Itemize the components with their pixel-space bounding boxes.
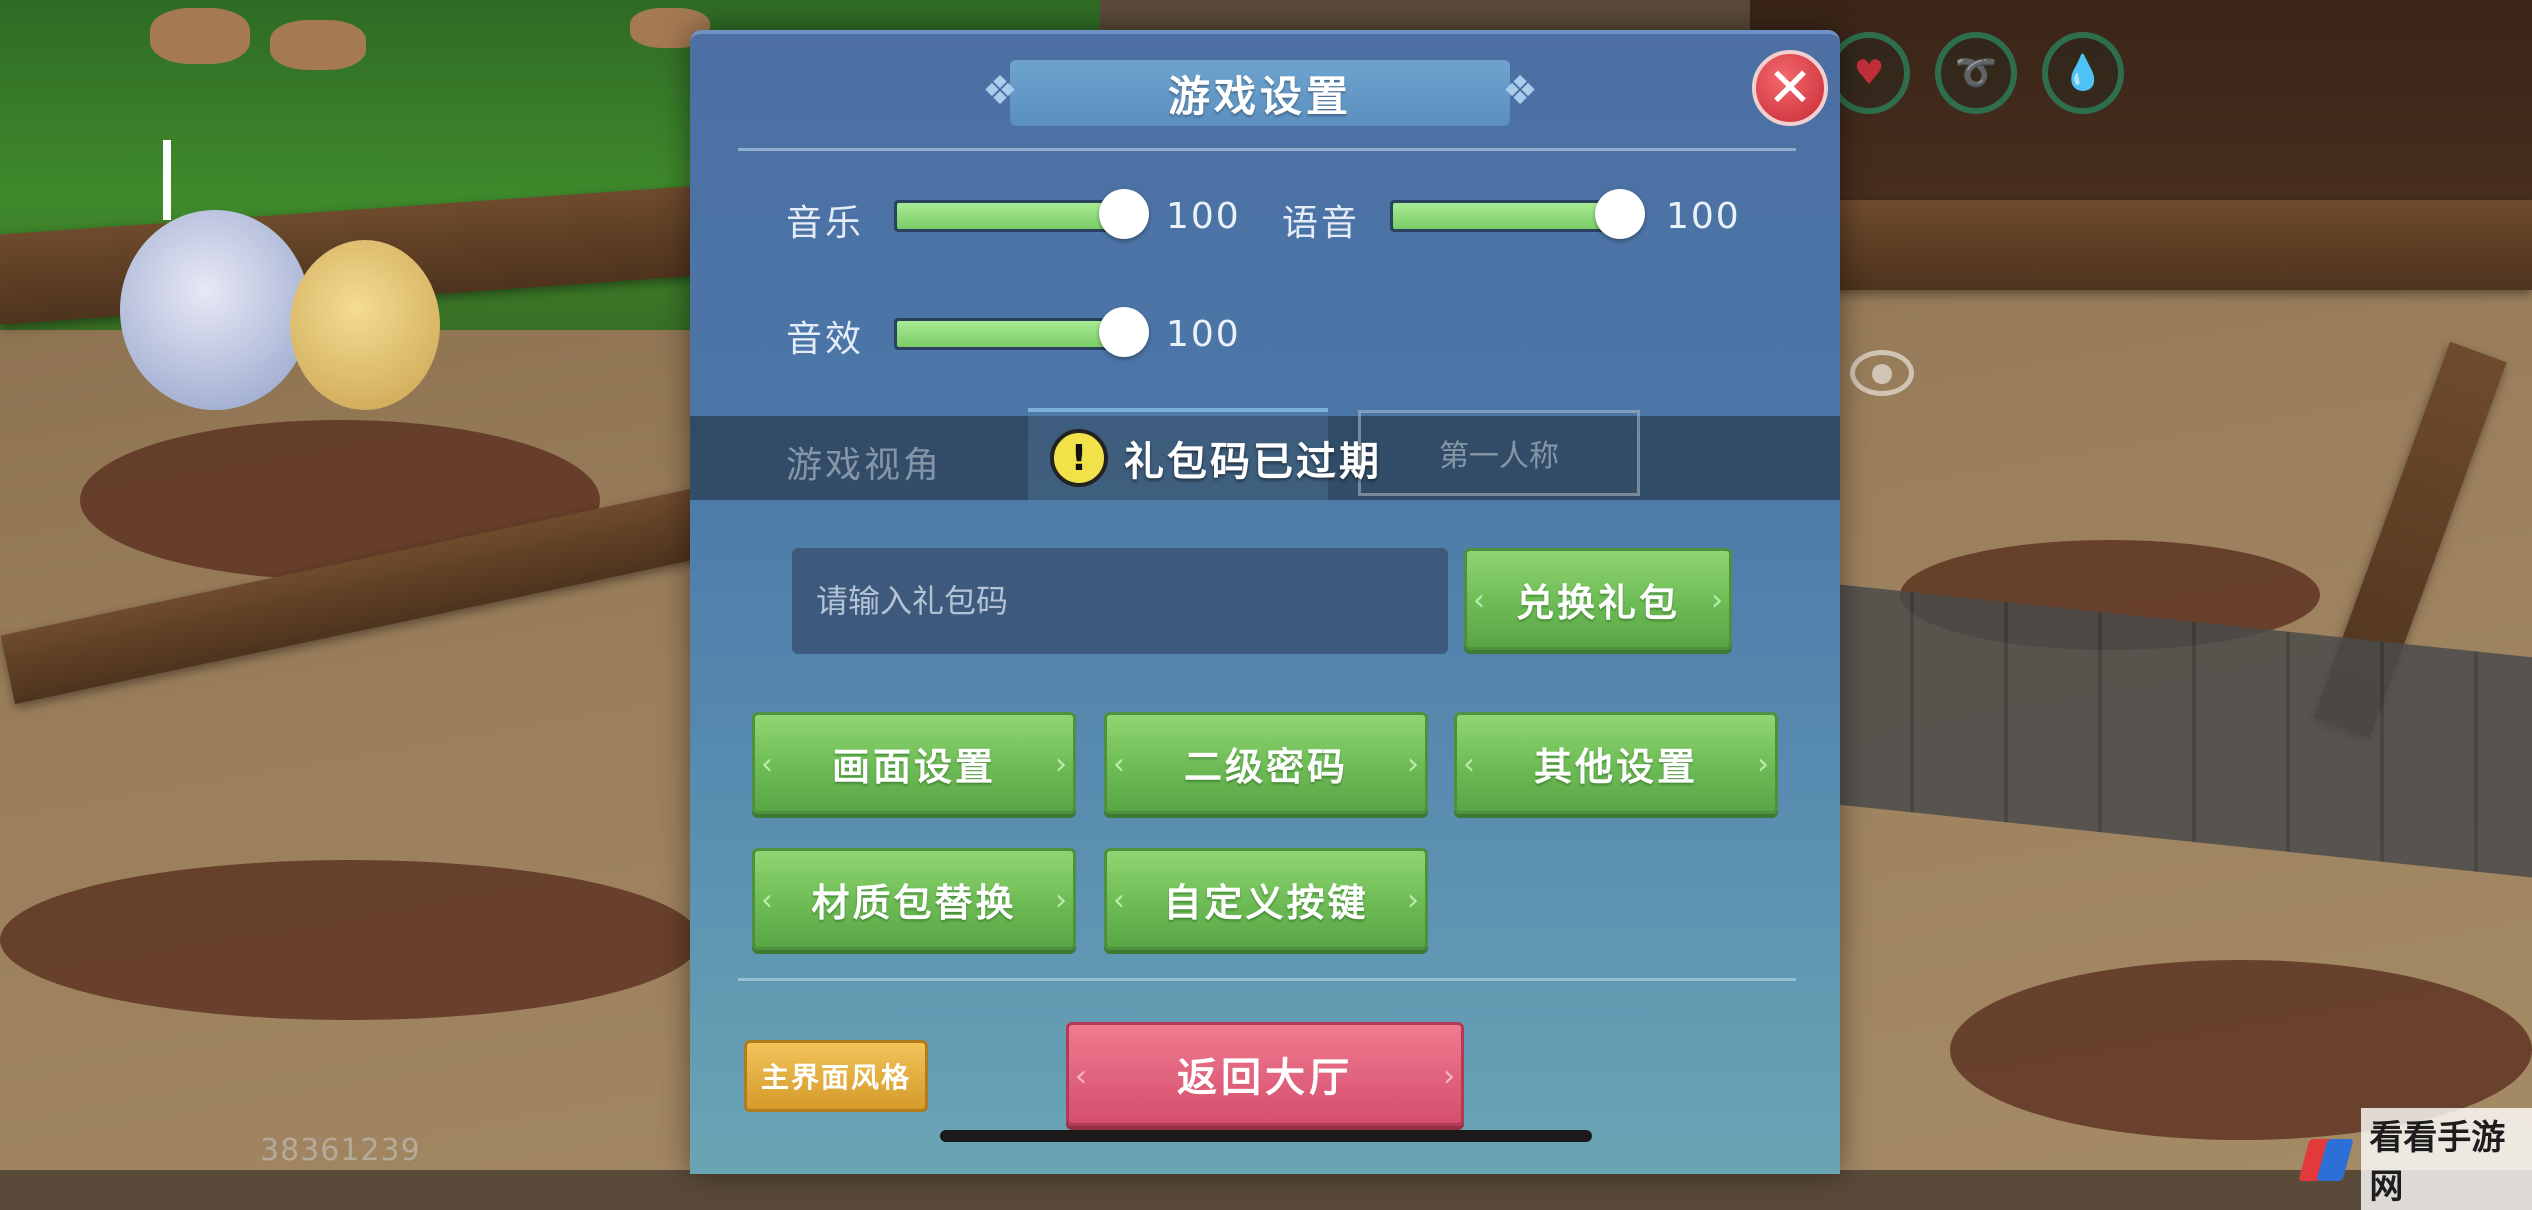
secondary-password-label: 二级密码 <box>1183 744 1348 789</box>
arrow-left-icon: ‹ <box>1075 1059 1087 1094</box>
graphics-settings-label: 画面设置 <box>831 744 996 789</box>
scene-mud <box>0 860 700 1020</box>
arrow-right-icon: › <box>1757 747 1769 782</box>
music-value: 100 <box>1166 196 1241 237</box>
ornament-left-icon: ❖ <box>982 68 1018 114</box>
music-slider-fill <box>897 203 1129 229</box>
close-icon: ✕ <box>1767 56 1813 119</box>
redeem-gift-label: 兑换礼包 <box>1515 580 1680 625</box>
watermark: 看看手游网 <box>2300 1108 2532 1210</box>
scene-rock <box>150 8 250 64</box>
arrow-left-icon: ‹ <box>761 883 773 918</box>
gift-code-input[interactable] <box>792 548 1448 654</box>
return-lobby-label: 返回大厅 <box>1177 1055 1353 1101</box>
ornament-right-icon: ❖ <box>1502 68 1538 114</box>
music-label: 音乐 <box>786 203 865 244</box>
voice-slider-fill <box>1393 203 1625 229</box>
close-button[interactable]: ✕ <box>1752 50 1828 126</box>
arrow-left-icon: ‹ <box>1113 883 1125 918</box>
divider-bottom <box>738 978 1796 981</box>
music-slider-knob[interactable] <box>1099 189 1149 239</box>
sfx-slider-knob[interactable] <box>1099 307 1149 357</box>
arrow-left-icon: ‹ <box>761 747 773 782</box>
warning-icon: ! <box>1050 429 1108 487</box>
custom-keys-button[interactable]: ‹ 自定义按键 › <box>1104 848 1428 950</box>
water-drop-icon: 💧 <box>2042 32 2124 114</box>
arrow-right-icon: › <box>1407 883 1419 918</box>
arrow-right-icon: › <box>1443 1059 1455 1094</box>
pet-cat[interactable] <box>290 240 440 410</box>
sfx-value: 100 <box>1166 314 1241 355</box>
other-settings-label: 其他设置 <box>1533 744 1698 789</box>
voice-label: 语音 <box>1282 203 1361 244</box>
texture-pack-label: 材质包替换 <box>811 880 1017 925</box>
voice-slider-knob[interactable] <box>1595 189 1645 239</box>
settings-panel: ❖ 游戏设置 ❖ ✕ 音乐 100 语音 100 音效 100 游戏视角 第一人… <box>690 30 1840 1174</box>
sfx-label: 音效 <box>786 319 865 360</box>
heart-icon: ♥ <box>1828 32 1910 114</box>
scene-beam <box>1800 200 2532 290</box>
toast-message: ! 礼包码已过期 <box>1050 422 1382 494</box>
voice-value: 100 <box>1666 196 1741 237</box>
other-settings-button[interactable]: ‹ 其他设置 › <box>1454 712 1778 814</box>
music-slider[interactable] <box>894 189 1149 239</box>
player-marker <box>163 140 171 220</box>
redeem-gift-button[interactable]: ‹ 兑换礼包 › <box>1464 548 1732 650</box>
scene-rock <box>270 20 366 70</box>
arrow-right-icon: › <box>1055 747 1067 782</box>
stamina-icon: ➰ <box>1935 32 2017 114</box>
arrow-left-icon: ‹ <box>1473 583 1485 618</box>
home-indicator[interactable] <box>940 1130 1592 1142</box>
view-label: 游戏视角 <box>786 445 943 486</box>
graphics-settings-button[interactable]: ‹ 画面设置 › <box>752 712 1076 814</box>
voice-slider[interactable] <box>1390 189 1645 239</box>
panel-title: 游戏设置 <box>1167 71 1352 121</box>
texture-pack-button[interactable]: ‹ 材质包替换 › <box>752 848 1076 950</box>
watermark-logo-icon <box>2300 1133 2347 1185</box>
pet-pegasus[interactable] <box>120 210 310 410</box>
arrow-left-icon: ‹ <box>1463 747 1475 782</box>
sfx-slider[interactable] <box>894 307 1149 357</box>
player-id: 38361239 <box>260 1133 421 1168</box>
arrow-left-icon: ‹ <box>1113 747 1125 782</box>
arrow-right-icon: › <box>1711 583 1723 618</box>
secondary-password-button[interactable]: ‹ 二级密码 › <box>1104 712 1428 814</box>
arrow-right-icon: › <box>1055 883 1067 918</box>
divider-top <box>738 148 1796 151</box>
ui-style-button[interactable]: 主界面风格 <box>744 1040 928 1112</box>
view-row: 游戏视角 第一人称 ! 礼包码已过期 <box>690 408 1840 510</box>
sfx-slider-fill <box>897 321 1129 347</box>
watermark-text: 看看手游网 <box>2361 1108 2532 1210</box>
return-lobby-button[interactable]: ‹ 返回大厅 › <box>1066 1022 1464 1126</box>
title-banner: ❖ 游戏设置 ❖ <box>982 60 1538 126</box>
custom-keys-label: 自定义按键 <box>1163 880 1369 925</box>
eye-icon[interactable] <box>1850 350 1914 396</box>
view-option-first-person[interactable]: 第一人称 <box>1358 410 1640 496</box>
toast-text: 礼包码已过期 <box>1124 439 1382 485</box>
arrow-right-icon: › <box>1407 747 1419 782</box>
